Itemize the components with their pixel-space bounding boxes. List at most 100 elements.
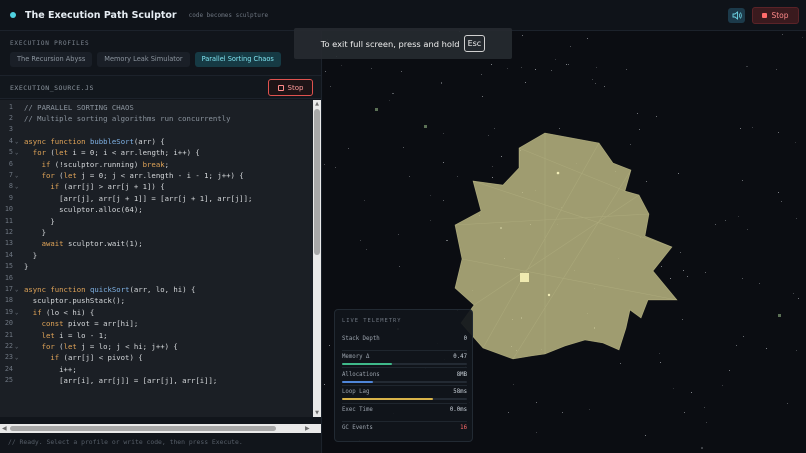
code-line[interactable]: 7 ⌄ for (let j = 0; j < arr.length - i - … xyxy=(0,170,313,181)
scroll-right-icon[interactable]: ▶ xyxy=(305,425,310,432)
profiles-section-label: EXECUTION PROFILES xyxy=(10,40,90,47)
code-text: if (arr[j] < pivot) { xyxy=(50,353,143,363)
editor-vertical-scrollbar[interactable]: ▲ ▼ xyxy=(313,100,321,417)
horizontal-scroll-thumb[interactable] xyxy=(10,426,276,431)
line-number: 8 xyxy=(8,182,13,191)
line-number: 22 xyxy=(4,341,13,350)
code-line[interactable]: 5 ⌄ for (let i = 0; i < arr.length; i++) … xyxy=(0,147,313,158)
line-number: 17 xyxy=(4,284,13,293)
code-text: for (let j = lo; j < hi; j++) { xyxy=(41,341,178,351)
line-number: 24 xyxy=(4,364,13,373)
telemetry-bar-fill xyxy=(342,398,434,401)
app-title: The Execution Path Sculptor xyxy=(25,9,177,21)
vertical-scroll-thumb[interactable] xyxy=(314,109,320,255)
line-number: 21 xyxy=(4,330,13,339)
sculpture-highlight-square xyxy=(520,273,529,282)
app-header: The Execution Path Sculptor code becomes… xyxy=(0,0,806,31)
profile-button-recursion-abyss[interactable]: The Recursion Abyss xyxy=(10,52,93,67)
telemetry-bar xyxy=(342,362,467,365)
code-text: } xyxy=(24,216,55,226)
telemetry-key: Exec Time xyxy=(342,407,373,414)
telemetry-value: 16 xyxy=(460,425,467,431)
scroll-left-icon[interactable]: ◀ xyxy=(2,425,7,432)
line-number: 9 xyxy=(8,193,13,202)
line-number: 18 xyxy=(4,296,13,305)
code-line[interactable]: 3 xyxy=(0,124,313,135)
line-number: 12 xyxy=(4,227,13,236)
telemetry-key: Stack Depth xyxy=(342,336,380,342)
telemetry-value: 58ms xyxy=(453,389,467,396)
code-line[interactable]: 9 [arr[j], arr[j + 1]] = [arr[j + 1], ar… xyxy=(0,193,313,204)
header-stop-label: Stop xyxy=(771,11,789,20)
source-filename: EXECUTION_SOURCE.JS xyxy=(10,84,94,92)
scroll-up-icon[interactable]: ▲ xyxy=(314,101,320,107)
code-line[interactable]: 25 [arr[i], arr[j]] = [arr[j], arr[i]]; xyxy=(0,375,313,386)
editor-horizontal-scrollbar[interactable]: ◀ ▶ xyxy=(0,424,321,433)
telemetry-panel: LIVE TELEMETRY Stack Depth 0 Memory Δ 0.47 A… xyxy=(334,309,473,442)
code-line[interactable]: 19 ⌄ if (lo < hi) { xyxy=(0,307,313,318)
code-line[interactable]: 23 ⌄ if (arr[j] < pivot) { xyxy=(0,352,313,363)
line-number: 13 xyxy=(4,239,13,248)
code-line[interactable]: 8 ⌄ if (arr[j] > arr[j + 1]) { xyxy=(0,181,313,192)
scroll-down-icon[interactable]: ▼ xyxy=(314,410,320,416)
header-stop-button[interactable]: Stop xyxy=(752,7,799,24)
code-line[interactable]: 24 i++; xyxy=(0,364,313,375)
telemetry-divider xyxy=(342,367,467,369)
code-line[interactable]: 22 ⌄ for (let j = lo; j < hi; j++) { xyxy=(0,341,313,352)
code-line[interactable]: 21 let i = lo - 1; xyxy=(0,330,313,341)
line-number: 15 xyxy=(4,262,13,271)
stop-square-outline-icon xyxy=(277,84,284,91)
profile-buttons: The Recursion Abyss Memory Leak Simulato… xyxy=(10,52,281,67)
code-line[interactable]: 18 sculptor.pushStack(); xyxy=(0,295,313,306)
code-text: [arr[j], arr[j + 1]] = [arr[j + 1], arr[… xyxy=(24,193,253,203)
code-line[interactable]: 16 xyxy=(0,273,313,284)
line-number: 23 xyxy=(4,353,13,362)
code-text: const pivot = arr[hi]; xyxy=(41,319,139,329)
telemetry-bar xyxy=(342,380,467,383)
line-number: 16 xyxy=(4,273,13,282)
profile-button-memory-leak[interactable]: Memory Leak Simulator xyxy=(97,52,190,67)
code-line[interactable]: 6 if (!sculptor.running) break; xyxy=(0,159,313,170)
telemetry-bar-fill xyxy=(342,380,374,383)
line-number: 4 xyxy=(8,136,13,145)
code-line[interactable]: 17 ⌄ async function quickSort(arr, lo, hi)… xyxy=(0,284,313,295)
code-line[interactable]: 14 } xyxy=(0,250,313,261)
code-line[interactable]: 12 } xyxy=(0,227,313,238)
telemetry-divider xyxy=(342,420,467,422)
line-number: 10 xyxy=(4,205,13,214)
code-line[interactable]: 20 const pivot = arr[hi]; xyxy=(0,318,313,329)
code-text: for (let i = 0; i < arr.length; i++) { xyxy=(32,148,200,158)
editor-stop-button[interactable]: Stop xyxy=(268,79,313,96)
telemetry-divider xyxy=(342,402,467,404)
telemetry-value: 0.0ms xyxy=(449,407,467,414)
code-text: await sculptor.wait(1); xyxy=(41,239,143,249)
code-text: async function bubbleSort(arr) { xyxy=(24,136,165,146)
line-number: 11 xyxy=(4,216,13,225)
toast-message: To exit full screen, press and hold xyxy=(320,38,460,49)
line-number: 5 xyxy=(8,148,13,157)
editor-stop-label: Stop xyxy=(287,83,304,92)
code-line[interactable]: 2 // Multiple sorting algorithms run conc… xyxy=(0,113,313,124)
profile-button-parallel-sorting[interactable]: Parallel Sorting Chaos xyxy=(194,52,281,67)
editor-panel: EXECUTION PROFILES The Recursion Abyss M… xyxy=(0,31,322,453)
code-text: if (arr[j] > arr[j + 1]) { xyxy=(50,182,165,192)
line-number: 7 xyxy=(8,170,13,179)
speaker-icon xyxy=(732,11,742,20)
code-line[interactable]: 10 sculptor.alloc(64); xyxy=(0,204,313,215)
code-line[interactable]: 13 await sculptor.wait(1); xyxy=(0,238,313,249)
code-text: if (lo < hi) { xyxy=(32,307,95,317)
code-editor[interactable]: 1 // PARALLEL SORTING CHAOS 2 // Multiple s… xyxy=(0,100,313,417)
code-line[interactable]: 4 ⌄ async function bubbleSort(arr) { xyxy=(0,136,313,147)
telemetry-divider xyxy=(342,349,467,351)
sound-toggle-button[interactable] xyxy=(728,8,745,23)
code-line[interactable]: 15} xyxy=(0,261,313,272)
code-line[interactable]: 1 // PARALLEL SORTING CHAOS xyxy=(0,102,313,113)
code-line[interactable]: 11 } xyxy=(0,216,313,227)
code-text: sculptor.pushStack(); xyxy=(24,296,126,306)
line-number: 25 xyxy=(4,376,13,385)
code-text: // Multiple sorting algorithms run concu… xyxy=(24,113,231,123)
telemetry-divider xyxy=(342,385,467,387)
code-text: i++; xyxy=(24,364,77,374)
code-text: for (let j = 0; j < arr.length - i - 1; … xyxy=(41,170,244,180)
telemetry-key: GC Events xyxy=(342,425,373,431)
